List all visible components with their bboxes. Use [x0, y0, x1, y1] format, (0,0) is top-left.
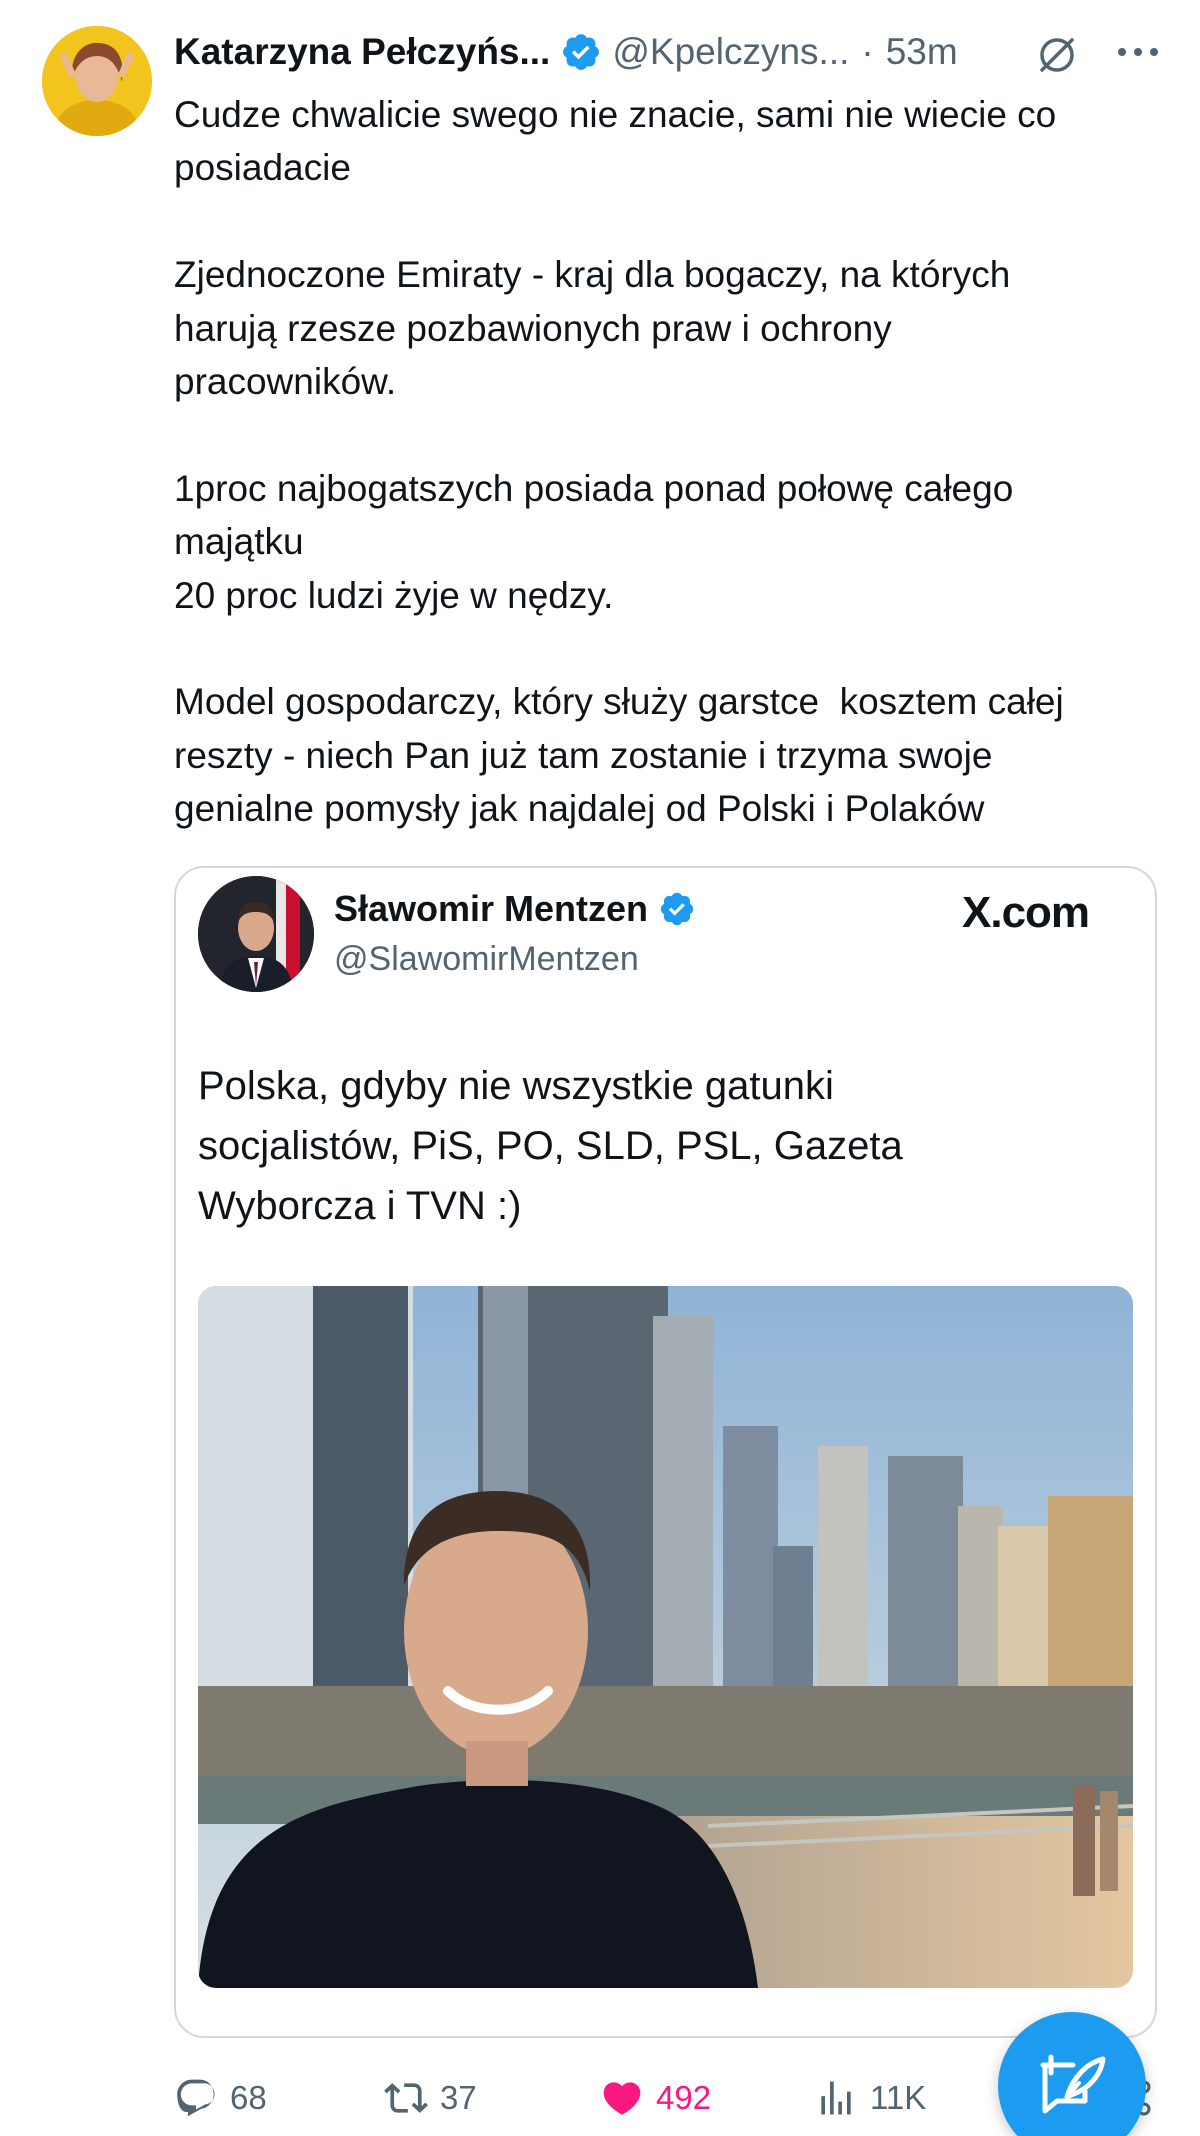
- repost-count: 37: [440, 2079, 477, 2116]
- repost-icon: [384, 2083, 428, 2113]
- quoted-tweet-card[interactable]: Sławomir Mentzen @SlawomirMentzen X.com …: [174, 866, 1157, 2038]
- quoted-tweet-text: Polska, gdyby nie wszystkie gatunki socj…: [198, 1064, 903, 1228]
- tweet[interactable]: Katarzyna Pełczyńs... @Kpelczyns... · 53…: [0, 0, 1200, 2136]
- compose-icon: [1040, 2054, 1106, 2114]
- verified-badge-icon[interactable]: [560, 31, 602, 73]
- quoted-author-avatar[interactable]: [198, 876, 314, 992]
- reply-count: 68: [230, 2079, 267, 2116]
- quoted-author-handle[interactable]: @SlawomirMentzen: [334, 940, 639, 979]
- tweet-text: Cudze chwalicie swego nie znacie, sami n…: [174, 94, 1064, 830]
- quoted-photo[interactable]: [198, 1286, 1133, 1988]
- quoted-author-name[interactable]: Sławomir Mentzen: [334, 888, 696, 930]
- like-count: 492: [656, 2079, 712, 2116]
- like-button[interactable]: 492: [600, 2070, 711, 2126]
- grok-icon[interactable]: [1034, 32, 1080, 78]
- repost-button[interactable]: 37: [384, 2070, 477, 2126]
- separator-dot: ·: [861, 31, 874, 72]
- reply-icon: [177, 2079, 215, 2117]
- more-icon[interactable]: [1110, 32, 1166, 72]
- views-icon: [821, 2081, 851, 2115]
- tweet-header: Katarzyna Pełczyńs... @Kpelczyns... · 53…: [174, 24, 1174, 80]
- views-count: 11K: [870, 2079, 927, 2116]
- author-name[interactable]: Katarzyna Pełczyńs...: [174, 31, 550, 73]
- verified-badge-icon: [660, 892, 694, 926]
- views-button[interactable]: 11K: [814, 2070, 926, 2126]
- reply-button[interactable]: 68: [174, 2070, 267, 2126]
- author-handle[interactable]: @Kpelczyns...: [612, 31, 849, 73]
- author-avatar[interactable]: [42, 26, 152, 136]
- source-label: X.com: [962, 888, 1090, 937]
- like-icon: [603, 2082, 641, 2115]
- timestamp[interactable]: 53m: [886, 31, 958, 73]
- quoted-author-name-text: Sławomir Mentzen: [334, 888, 649, 929]
